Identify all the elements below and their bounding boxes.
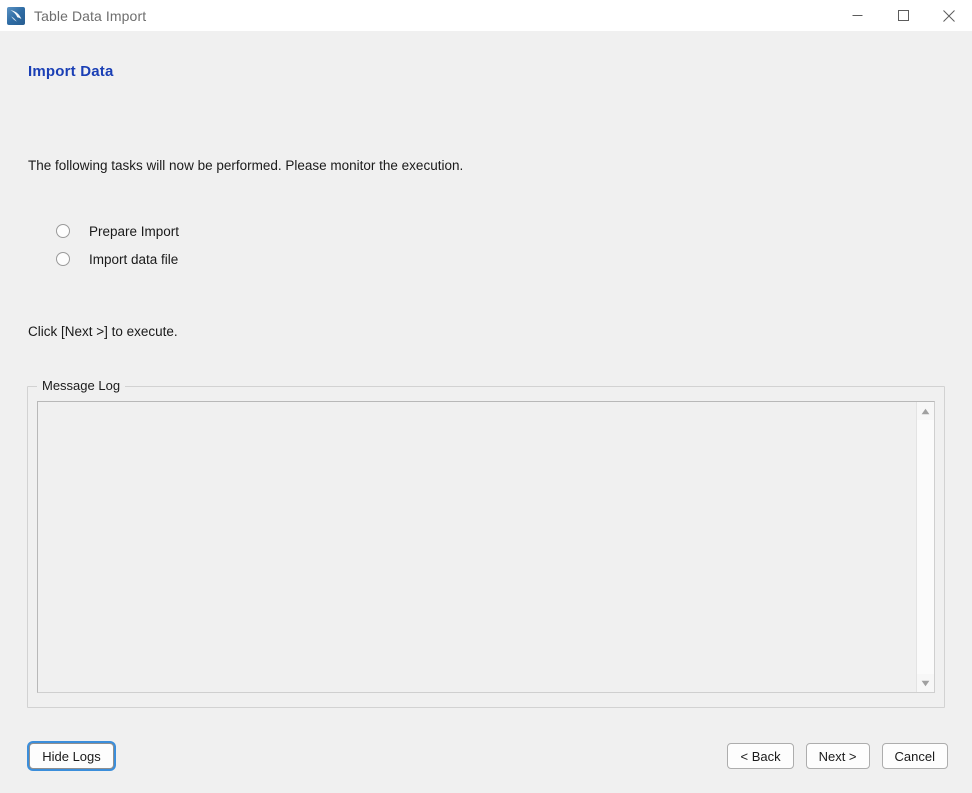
navigation-buttons: < Back Next > Cancel xyxy=(727,743,948,769)
scrollbar-track[interactable] xyxy=(917,420,934,674)
task-status-pending-icon xyxy=(56,224,70,238)
message-log-text xyxy=(38,402,916,692)
page-title: Import Data xyxy=(28,63,114,80)
dialog-content: Import Data The following tasks will now… xyxy=(0,31,972,793)
task-label: Import data file xyxy=(89,251,179,267)
close-icon[interactable] xyxy=(926,0,972,31)
task-label: Prepare Import xyxy=(89,223,180,239)
window-title: Table Data Import xyxy=(34,7,147,24)
scroll-up-icon[interactable] xyxy=(917,402,934,420)
execute-hint: Click [Next >] to execute. xyxy=(28,324,178,339)
message-log-group: Message Log xyxy=(27,378,945,708)
message-log-scrollbar[interactable] xyxy=(916,402,934,692)
list-item: Prepare Import xyxy=(56,217,179,245)
scroll-down-icon[interactable] xyxy=(917,674,934,692)
workbench-dolphin-icon xyxy=(7,6,25,25)
task-status-pending-icon xyxy=(56,252,70,266)
list-item: Import data file xyxy=(56,245,179,273)
message-log-label: Message Log xyxy=(37,378,126,393)
message-log-area[interactable] xyxy=(37,401,935,693)
back-button[interactable]: < Back xyxy=(727,743,794,769)
window-titlebar: Table Data Import xyxy=(0,0,972,31)
maximize-icon[interactable] xyxy=(880,0,926,31)
window-controls xyxy=(834,0,972,31)
hide-logs-button[interactable]: Hide Logs xyxy=(29,743,114,769)
cancel-button[interactable]: Cancel xyxy=(881,743,948,769)
next-button[interactable]: Next > xyxy=(805,743,870,769)
intro-text: The following tasks will now be performe… xyxy=(28,158,464,173)
minimize-icon[interactable] xyxy=(834,0,880,31)
task-list: Prepare Import Import data file xyxy=(56,217,179,273)
